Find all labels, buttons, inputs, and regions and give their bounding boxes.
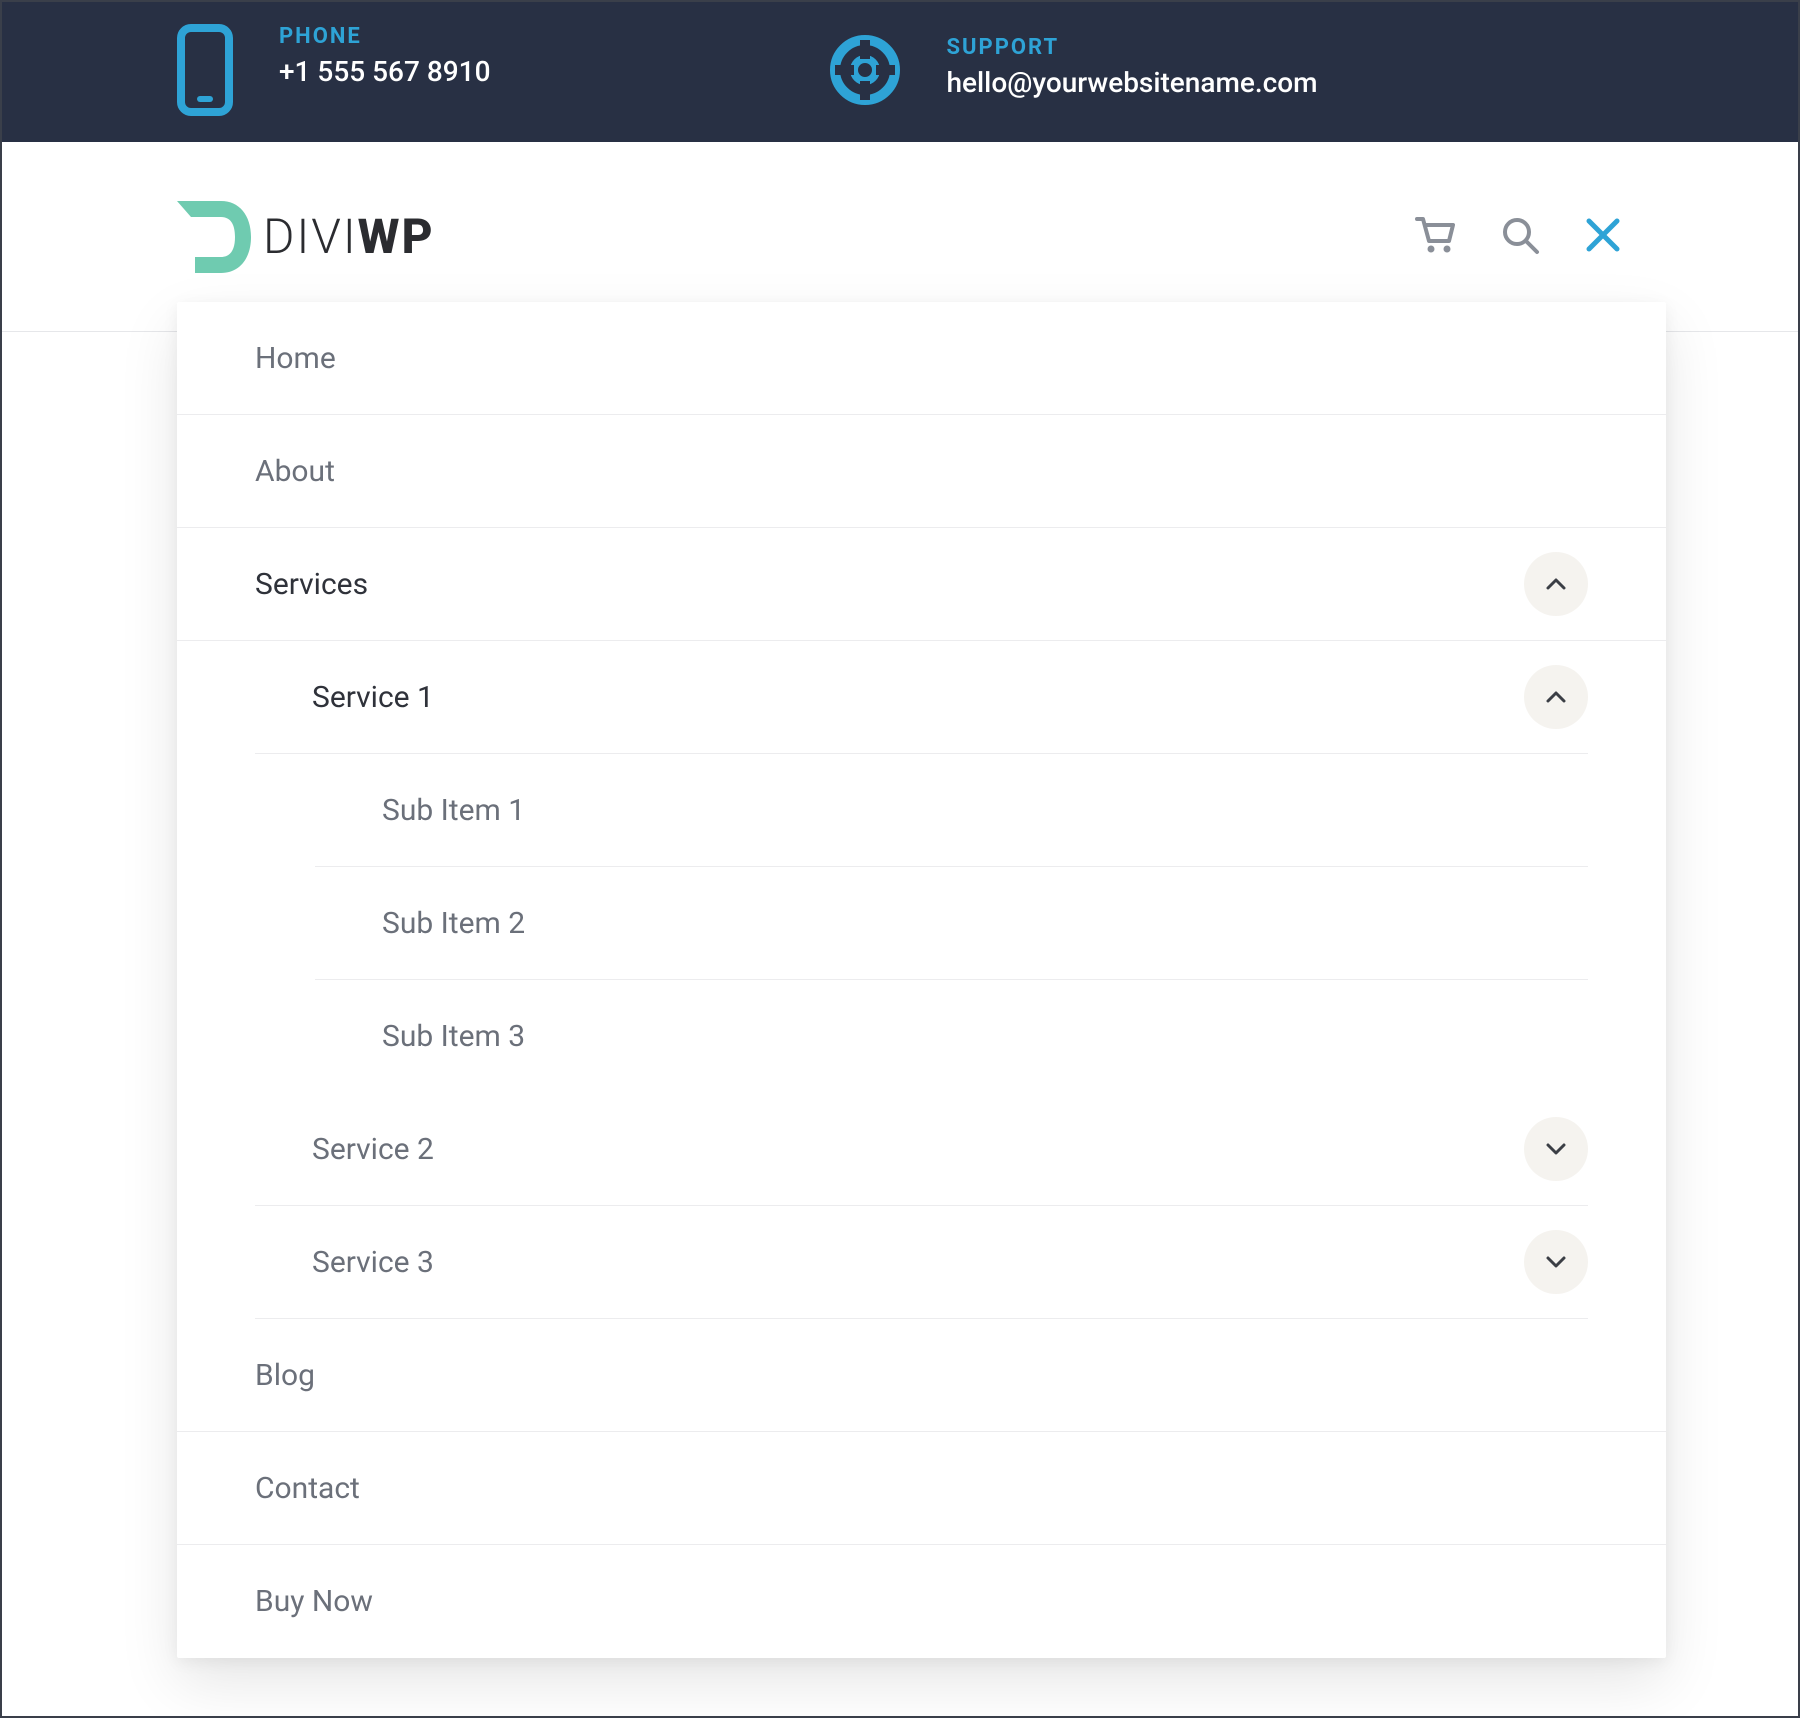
phone-icon: [177, 24, 233, 120]
cart-icon[interactable]: [1413, 213, 1457, 261]
support-label: SUPPORT: [946, 35, 1317, 60]
nav-item-service-1[interactable]: Service 1: [255, 641, 1588, 754]
nav-item-home[interactable]: Home: [177, 302, 1666, 415]
nav-item-label: Services: [255, 567, 368, 602]
expand-toggle[interactable]: [1524, 1117, 1588, 1181]
collapse-toggle[interactable]: [1524, 665, 1588, 729]
site-logo[interactable]: DIVIWP: [177, 201, 435, 273]
nav-item-label: Sub Item 3: [382, 1019, 525, 1054]
top-contact-bar: PHONE +1 555 567 8910 SUPPORT hello@your…: [2, 2, 1798, 142]
nav-item-label: Sub Item 2: [382, 906, 525, 941]
nav-item-buy-now[interactable]: Buy Now: [177, 1545, 1666, 1658]
close-icon[interactable]: [1583, 215, 1623, 259]
nav-item-about[interactable]: About: [177, 415, 1666, 528]
chevron-up-icon: [1543, 684, 1569, 710]
nav-item-sub-1[interactable]: Sub Item 1: [315, 754, 1588, 867]
nav-item-label: Sub Item 1: [382, 793, 525, 828]
nav-item-blog[interactable]: Blog: [177, 1319, 1666, 1432]
services-submenu: Service 1 Sub Item 1 Sub Item 2 Sub Item…: [177, 641, 1666, 1319]
nav-item-label: Buy Now: [255, 1584, 373, 1619]
nav-item-sub-2[interactable]: Sub Item 2: [315, 867, 1588, 980]
header-actions: [1413, 213, 1623, 261]
nav-item-sub-3[interactable]: Sub Item 3: [315, 980, 1588, 1093]
nav-item-service-2[interactable]: Service 2: [255, 1093, 1588, 1206]
mobile-nav-menu: Home About Services Service 1: [177, 302, 1666, 1658]
support-block: SUPPORT hello@yourwebsitename.com: [830, 35, 1317, 109]
phone-block: PHONE +1 555 567 8910: [177, 24, 490, 120]
nav-item-label: Contact: [255, 1471, 360, 1506]
logo-text: DIVIWP: [263, 208, 435, 265]
search-icon[interactable]: [1499, 214, 1541, 260]
nav-item-contact[interactable]: Contact: [177, 1432, 1666, 1545]
phone-value[interactable]: +1 555 567 8910: [279, 55, 490, 88]
nav-item-label: Service 2: [312, 1132, 434, 1167]
nav-item-services[interactable]: Services: [177, 528, 1666, 641]
nav-item-label: Home: [255, 341, 336, 376]
nav-item-label: Service 3: [312, 1245, 434, 1280]
chevron-down-icon: [1543, 1136, 1569, 1162]
logo-mark-icon: [177, 201, 255, 273]
service-1-submenu: Sub Item 1 Sub Item 2 Sub Item 3: [177, 754, 1666, 1093]
support-value[interactable]: hello@yourwebsitename.com: [946, 66, 1317, 99]
nav-item-label: Service 1: [312, 680, 434, 715]
nav-item-label: About: [255, 454, 335, 489]
collapse-toggle[interactable]: [1524, 552, 1588, 616]
chevron-down-icon: [1543, 1249, 1569, 1275]
expand-toggle[interactable]: [1524, 1230, 1588, 1294]
nav-item-service-3[interactable]: Service 3: [255, 1206, 1588, 1319]
chevron-up-icon: [1543, 571, 1569, 597]
lifering-icon: [830, 35, 900, 109]
nav-item-label: Blog: [255, 1358, 315, 1393]
phone-label: PHONE: [279, 24, 490, 49]
